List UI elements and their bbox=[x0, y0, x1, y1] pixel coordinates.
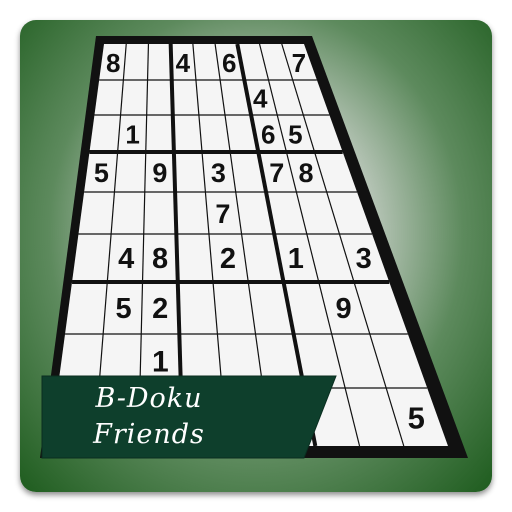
clue-digit: 4 bbox=[176, 48, 191, 78]
clue-digit: 2 bbox=[152, 293, 168, 325]
clue-digit: 4 bbox=[253, 84, 268, 114]
clue-digit: 9 bbox=[152, 158, 167, 188]
logo-title: B-Doku bbox=[95, 383, 203, 414]
clue-digit: 5 bbox=[94, 158, 109, 188]
clue-digit: 7 bbox=[269, 158, 284, 188]
clue-digit: 1 bbox=[125, 120, 139, 150]
clue-digit: 9 bbox=[335, 293, 351, 325]
clue-digit: 3 bbox=[211, 158, 226, 188]
clue-digit: 5 bbox=[288, 120, 302, 150]
clue-digit: 6 bbox=[222, 48, 236, 78]
clue-digit: 4 bbox=[118, 243, 134, 275]
clue-digit: 7 bbox=[292, 48, 306, 78]
clue-digit: 1 bbox=[152, 346, 169, 379]
clue-digit: 8 bbox=[106, 48, 120, 78]
clue-digit: 5 bbox=[115, 293, 131, 325]
clue-digit: 1 bbox=[288, 243, 304, 275]
clue-digit: 7 bbox=[215, 199, 230, 229]
clue-digit: 8 bbox=[298, 158, 313, 188]
clue-digit: 8 bbox=[152, 243, 168, 275]
logo-subtitle: Friends bbox=[93, 419, 205, 450]
clue-digit: 6 bbox=[261, 120, 275, 150]
clue-digit: 2 bbox=[220, 243, 236, 275]
clue-digit: 5 bbox=[408, 401, 425, 436]
clue-digit: 3 bbox=[356, 243, 372, 275]
app-icon: 846741655937874821352915 B-Doku Friends bbox=[20, 20, 492, 492]
